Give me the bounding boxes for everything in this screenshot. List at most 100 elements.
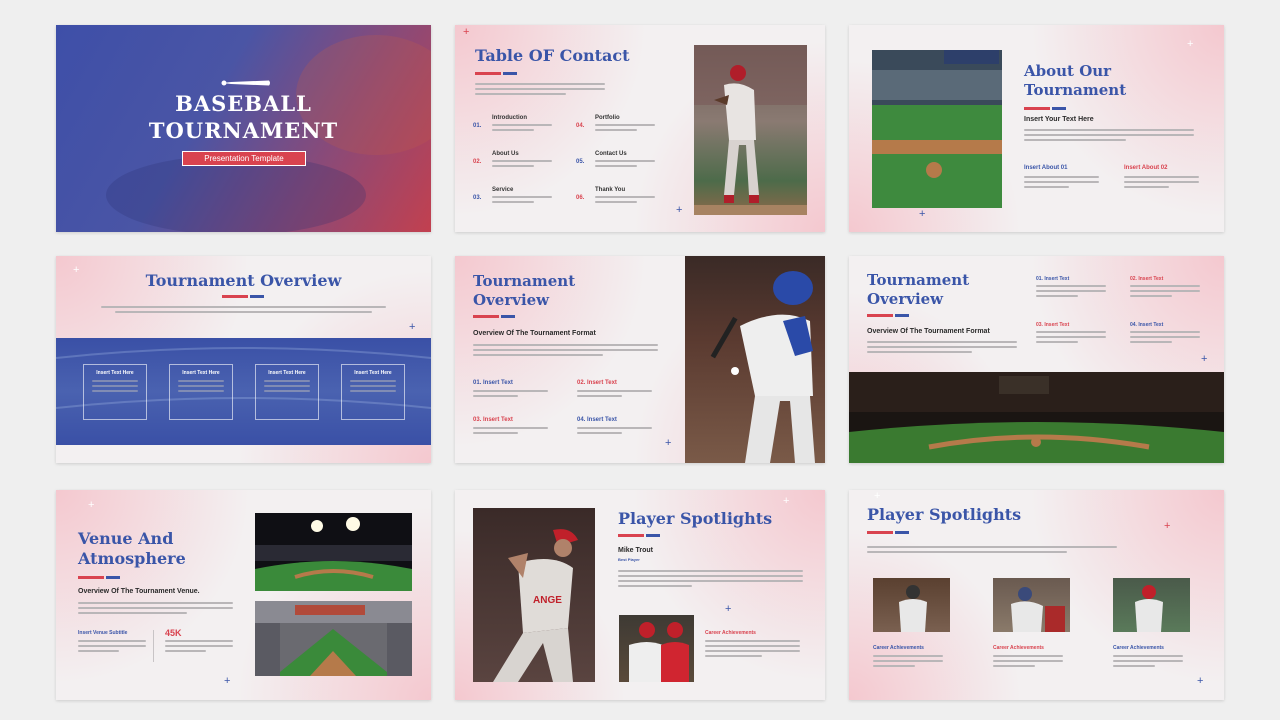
slide6-item-01: 01. Insert Text (1036, 276, 1070, 282)
slide7-title-line2: Atmosphere (78, 549, 186, 568)
toc-label-06[interactable]: Thank You (595, 187, 625, 193)
title-underline (867, 531, 909, 534)
overview-box-2: Insert Text Here (169, 364, 233, 420)
slide6-subtitle: Overview Of The Tournament Format (867, 328, 990, 335)
title-underline (473, 315, 515, 318)
toc-label-04[interactable]: Portfolio (595, 115, 620, 121)
svg-text:ANGE: ANGE (533, 595, 562, 606)
slide-thumbnail-4[interactable]: + Tournament Overview + Insert Text Here… (56, 256, 431, 463)
sparkle-icon: + (874, 490, 881, 502)
venue-stat: 45K (165, 628, 182, 638)
slide5-item-04: 04. Insert Text (577, 417, 617, 423)
toc-num-02: 02. (473, 159, 482, 165)
slide5-body-text (473, 344, 658, 359)
toc-num-01: 01. (473, 123, 482, 129)
night-stadium-banner (849, 372, 1224, 463)
slide3-subtitle: Insert Your Text Here (1024, 116, 1094, 123)
player-card-photo-2 (993, 578, 1070, 632)
slide3-title-line1: About Our (1024, 62, 1112, 80)
slide-thumbnail-2[interactable]: + Table OF Contact 01. Introduction 04. … (455, 25, 825, 232)
sparkle-icon: + (783, 495, 790, 507)
batter-photo (685, 256, 825, 463)
toc-num-04: 04. (576, 123, 585, 129)
sparkle-icon: + (919, 208, 926, 220)
stadium-aerial-photo (255, 601, 412, 676)
toc-label-05[interactable]: Contact Us (595, 151, 627, 157)
stadium-photo (872, 50, 1002, 208)
slide-thumbnail-5[interactable]: Tournament Overview Overview Of The Tour… (455, 256, 825, 463)
slide4-title: Tournament Overview (145, 271, 342, 290)
title-underline (78, 576, 120, 579)
about-02-text (1124, 176, 1199, 191)
title-underline (867, 314, 909, 317)
toc-num-05: 05. (576, 159, 585, 165)
sparkle-icon: + (1201, 353, 1208, 365)
card-1-label: Career Achievements (873, 645, 924, 651)
about-01-label: Insert About 01 (1024, 165, 1068, 171)
slide4-intro-text (101, 306, 386, 316)
slide6-body-text (867, 341, 1017, 356)
player-card-photo-3 (1113, 578, 1190, 632)
about-01-text (1024, 176, 1099, 191)
slide5-title-line2: Overview (473, 291, 550, 309)
slide6-title-line2: Overview (867, 290, 944, 308)
overview-box-3: Insert Text Here (255, 364, 319, 420)
overview-box-4: Insert Text Here (341, 364, 405, 420)
player-duo-photo (619, 615, 694, 682)
toc-label-03[interactable]: Service (492, 187, 513, 193)
title-underline (475, 72, 517, 75)
bat-icon (221, 80, 270, 86)
player-name: Mike Trout (618, 547, 654, 554)
toc-text-01 (492, 124, 552, 134)
venue-divider (153, 630, 154, 662)
slide5-title-line1: Tournament (473, 272, 576, 290)
slide3-title-line2: Tournament (1024, 81, 1127, 99)
night-field-photo (255, 513, 412, 591)
sparkle-icon: + (224, 675, 231, 687)
slide1-subtitle-badge: Presentation Template (182, 151, 306, 166)
sparkle-icon: + (725, 603, 732, 615)
sparkle-icon: + (88, 499, 95, 511)
slide-thumbnail-7[interactable]: + Venue And Atmosphere Overview Of The T… (56, 490, 431, 700)
player-bio-text (618, 570, 803, 590)
slide8-title: Player Spotlights (618, 509, 773, 528)
toc-text-05 (595, 160, 655, 170)
slide7-title-line1: Venue And (78, 529, 174, 548)
pitcher-photo (694, 45, 807, 215)
toc-text-04 (595, 124, 655, 134)
toc-num-06: 06. (576, 195, 585, 201)
title-underline (1024, 107, 1066, 110)
sparkle-icon: + (409, 321, 416, 333)
slide6-item-04: 04. Insert Text (1130, 322, 1164, 328)
overview-box-2-label: Insert Text Here (182, 370, 220, 376)
slide-thumbnail-8[interactable]: ANGE Player Spotlights Mike Trout Best P… (455, 490, 825, 700)
slide-thumbnail-9[interactable]: + Player Spotlights + Career Achievement… (849, 490, 1224, 700)
toc-label-02[interactable]: About Us (492, 151, 519, 157)
card-2-label: Career Achievements (993, 645, 1044, 651)
slide5-item-03: 03. Insert Text (473, 417, 513, 423)
player-card-photo-1 (873, 578, 950, 632)
achievements-text (705, 640, 800, 660)
sparkle-icon: + (1187, 38, 1194, 50)
about-02-label: Insert About 02 (1124, 165, 1168, 171)
intro-text (475, 83, 605, 98)
overview-box-1-label: Insert Text Here (96, 370, 134, 376)
toc-text-06 (595, 196, 655, 206)
sparkle-icon: + (1197, 675, 1204, 687)
slide6-title-line1: Tournament (867, 271, 970, 289)
toc-label-01[interactable]: Introduction (492, 115, 527, 121)
slide3-body-text (1024, 129, 1194, 144)
slide-thumbnail-3[interactable]: + About Our Tournament Insert Your Text … (849, 25, 1224, 232)
player-role: Best Player (618, 557, 640, 562)
sparkle-icon: + (676, 204, 683, 216)
toc-num-03: 03. (473, 195, 482, 201)
overview-box-4-label: Insert Text Here (354, 370, 392, 376)
slide1-title-line2: TOURNAMENT (148, 118, 339, 143)
slide-thumbnail-1[interactable]: BASEBALL TOURNAMENT Presentation Templat… (56, 25, 431, 232)
slide9-title: Player Spotlights (867, 505, 1022, 524)
player-running-photo: ANGE (473, 508, 595, 682)
slide-thumbnail-6[interactable]: Tournament Overview Overview Of The Tour… (849, 256, 1224, 463)
title-underline (222, 295, 264, 298)
slide9-intro-text (867, 546, 1117, 556)
sparkle-icon: + (665, 437, 672, 449)
